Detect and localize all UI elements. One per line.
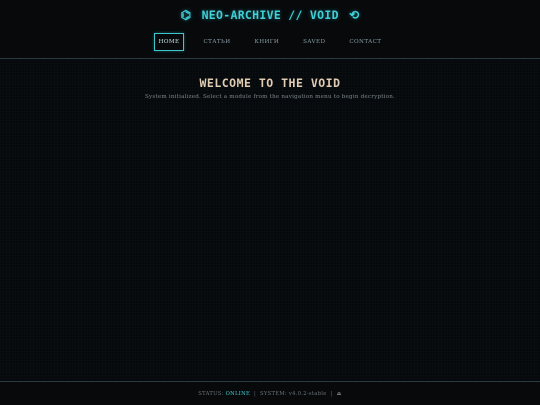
page-subtitle: System initialized. Select a module from… xyxy=(144,94,396,100)
nav-item-saved[interactable]: SAVED xyxy=(298,33,330,51)
status-value: ONLINE xyxy=(225,391,251,397)
page-title: WELCOME TO THE VOID xyxy=(199,76,341,90)
site-footer: STATUS: ONLINE | SYSTEM: v4.0.2-stable |… xyxy=(0,381,540,405)
nav-item-home[interactable]: HOME xyxy=(153,33,185,51)
nav-item-contact[interactable]: CONTACT xyxy=(344,33,386,51)
separator: | xyxy=(254,391,257,397)
status-bar: STATUS: ONLINE | SYSTEM: v4.0.2-stable |… xyxy=(0,391,540,397)
system-label: SYSTEM: xyxy=(260,391,287,397)
site-title: NEO-ARCHIVE // VOID xyxy=(201,7,339,22)
nav-item-articles[interactable]: СТАТЬИ xyxy=(198,33,235,51)
hexagon-icon: ⌬ xyxy=(180,7,192,22)
main-nav: HOME СТАТЬИ КНИГИ SAVED CONTACT xyxy=(0,33,540,51)
site-brand[interactable]: ⌬ NEO-ARCHIVE // VOID ⟲ xyxy=(0,7,540,22)
separator: | xyxy=(330,391,333,397)
site-header: ⌬ NEO-ARCHIVE // VOID ⟲ HOME СТАТЬИ КНИГ… xyxy=(0,0,540,59)
status-label: STATUS: xyxy=(198,391,224,397)
page: ⌬ NEO-ARCHIVE // VOID ⟲ HOME СТАТЬИ КНИГ… xyxy=(0,0,540,405)
refresh-icon: ⟲ xyxy=(349,7,360,22)
nav-item-books[interactable]: КНИГИ xyxy=(249,33,284,51)
system-version: v4.0.2-stable xyxy=(288,391,327,397)
eject-icon[interactable]: ⏏ xyxy=(337,391,342,397)
main-content: WELCOME TO THE VOID System initialized. … xyxy=(0,59,540,381)
